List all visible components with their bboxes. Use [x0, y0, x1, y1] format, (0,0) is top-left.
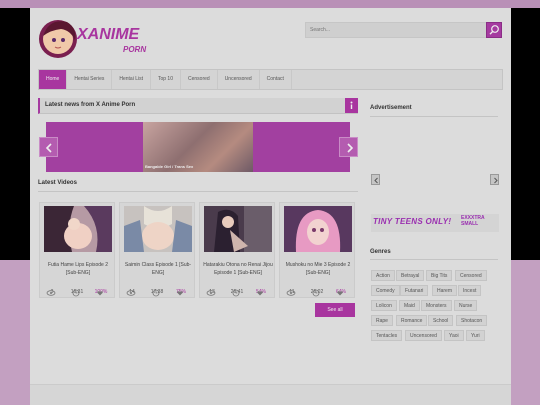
clock-icon: [312, 289, 320, 297]
eye-icon: [126, 290, 136, 296]
info-icon: [350, 101, 353, 109]
video-card[interactable]: Futia Hame Lips Episode 2 [Sub-ENG] 3 16…: [39, 202, 115, 298]
divider: [38, 191, 358, 192]
genre-tag-incest[interactable]: Incest: [458, 285, 482, 296]
news-slider: Bangable Girl / Trans Sex: [46, 122, 350, 172]
genre-tag-censored[interactable]: Censored: [455, 270, 487, 281]
clock-icon: [152, 289, 160, 297]
left-background: [0, 8, 30, 260]
slide-image[interactable]: Bangable Girl / Trans Sex: [143, 122, 253, 172]
video-title[interactable]: Mushoku no Mie 3 Episode 2 [Sub-ENG]: [283, 261, 353, 277]
video-thumbnail[interactable]: [204, 206, 272, 252]
genre-tag-yaoi[interactable]: Yaoi: [444, 330, 464, 341]
video-thumbnail[interactable]: [284, 206, 352, 252]
footer: [30, 384, 511, 405]
genre-tag-shotacon[interactable]: Shotacon: [456, 315, 488, 326]
chevron-right-icon: [494, 177, 498, 184]
eye-icon: [286, 290, 296, 296]
news-header: Latest news from X Anime Porn: [38, 98, 358, 114]
top-stripe: [0, 0, 540, 8]
ad-banner[interactable]: TINY TEENS ONLY! EXXXTRA SMALL: [371, 214, 499, 232]
divider: [370, 259, 498, 260]
genre-tag-lolicon[interactable]: Lolicon: [371, 300, 397, 311]
info-button[interactable]: [345, 98, 358, 113]
nav-home[interactable]: Home: [39, 70, 68, 89]
genre-tag-comedy[interactable]: Comedy: [371, 285, 400, 296]
nav-censored[interactable]: Censored: [181, 70, 218, 89]
video-card[interactable]: Hatarakiu Otona no Renai Jijou Episode 1…: [199, 202, 275, 298]
logo-text: XANIME: [77, 26, 140, 43]
genre-tag-school[interactable]: School: [428, 315, 454, 326]
genre-tag-yuri[interactable]: Yuri: [466, 330, 485, 341]
clock-icon: [232, 289, 240, 297]
video-thumbnail[interactable]: [44, 206, 112, 252]
video-card[interactable]: Saimin Class Episode 1 [Sub-ENG] 14 17:3…: [119, 202, 195, 298]
advertisement-title: Advertisement: [370, 105, 412, 111]
news-title: Latest news from X Anime Porn: [45, 102, 136, 108]
genre-tag-uncensored[interactable]: Uncensored: [405, 330, 442, 341]
heart-icon: [257, 291, 263, 296]
search-icon: [489, 25, 499, 35]
genre-tag-big-tits[interactable]: Big Tits: [426, 270, 453, 281]
eye-icon: [46, 290, 56, 296]
chevron-right-icon: [347, 143, 354, 153]
heart-icon: [337, 291, 343, 296]
eye-icon: [206, 290, 216, 296]
video-title[interactable]: Hatarakiu Otona no Renai Jijou Episode 1…: [203, 261, 273, 277]
genre-tag-betrayal[interactable]: Betrayal: [396, 270, 425, 281]
right-background: [511, 8, 540, 260]
nav-top-10[interactable]: Top 10: [151, 70, 181, 89]
chevron-left-icon: [374, 177, 378, 184]
slider-next-button[interactable]: [339, 137, 358, 157]
genres-title: Genres: [370, 249, 391, 255]
genre-tag-futanari[interactable]: Futanari: [400, 285, 429, 296]
logo-subtext: PORN: [123, 45, 147, 54]
genre-tag-action[interactable]: Action: [371, 270, 395, 281]
clock-icon: [72, 289, 80, 297]
heart-icon: [177, 291, 183, 296]
nav-hentai-series[interactable]: Hentai Series: [67, 70, 113, 89]
ad-prev-button[interactable]: [371, 174, 380, 185]
main-nav: Home Hentai Series Hentai List Top 10 Ce…: [38, 69, 503, 90]
search-input[interactable]: [306, 23, 486, 37]
video-title[interactable]: Saimin Class Episode 1 [Sub-ENG]: [123, 261, 193, 277]
genre-tag-harem[interactable]: Harem: [432, 285, 458, 296]
slide-caption: Bangable Girl / Trans Sex: [145, 164, 194, 169]
chevron-left-icon: [45, 143, 52, 153]
genre-tag-romance[interactable]: Romance: [396, 315, 428, 326]
genre-tag-maid[interactable]: Maid: [399, 300, 420, 311]
latest-videos-title: Latest Videos: [38, 180, 77, 186]
search-box: [305, 22, 488, 38]
slider-prev-button[interactable]: [39, 137, 58, 157]
video-thumbnail[interactable]: [124, 206, 192, 252]
video-title[interactable]: Futia Hame Lips Episode 2 [Sub-ENG]: [43, 261, 113, 277]
nav-uncensored[interactable]: Uncensored: [218, 70, 260, 89]
genre-tag-tentacles[interactable]: Tentacles: [371, 330, 403, 341]
banner-text: TINY TEENS ONLY!: [373, 217, 452, 226]
heart-icon: [97, 291, 103, 296]
ad-next-button[interactable]: [490, 174, 499, 185]
genre-tag-nurse[interactable]: Nurse: [454, 300, 478, 311]
stat-icons-row: [46, 289, 343, 297]
divider: [370, 116, 498, 117]
banner-subtext: EXXXTRA SMALL: [461, 215, 485, 227]
page-container: XANIME PORN Home Hentai Series Hentai Li…: [30, 8, 511, 405]
site-logo[interactable]: XANIME PORN: [37, 16, 157, 62]
search-button[interactable]: [486, 22, 502, 38]
genre-tag-monsters[interactable]: Monsters: [421, 300, 452, 311]
nav-hentai-list[interactable]: Hentai List: [112, 70, 151, 89]
nav-contact[interactable]: Contact: [260, 70, 292, 89]
video-card[interactable]: Mushoku no Mie 3 Episode 2 [Sub-ENG] 11 …: [279, 202, 355, 298]
see-all-button[interactable]: See all: [315, 303, 355, 317]
genre-tag-rape[interactable]: Rape: [371, 315, 393, 326]
